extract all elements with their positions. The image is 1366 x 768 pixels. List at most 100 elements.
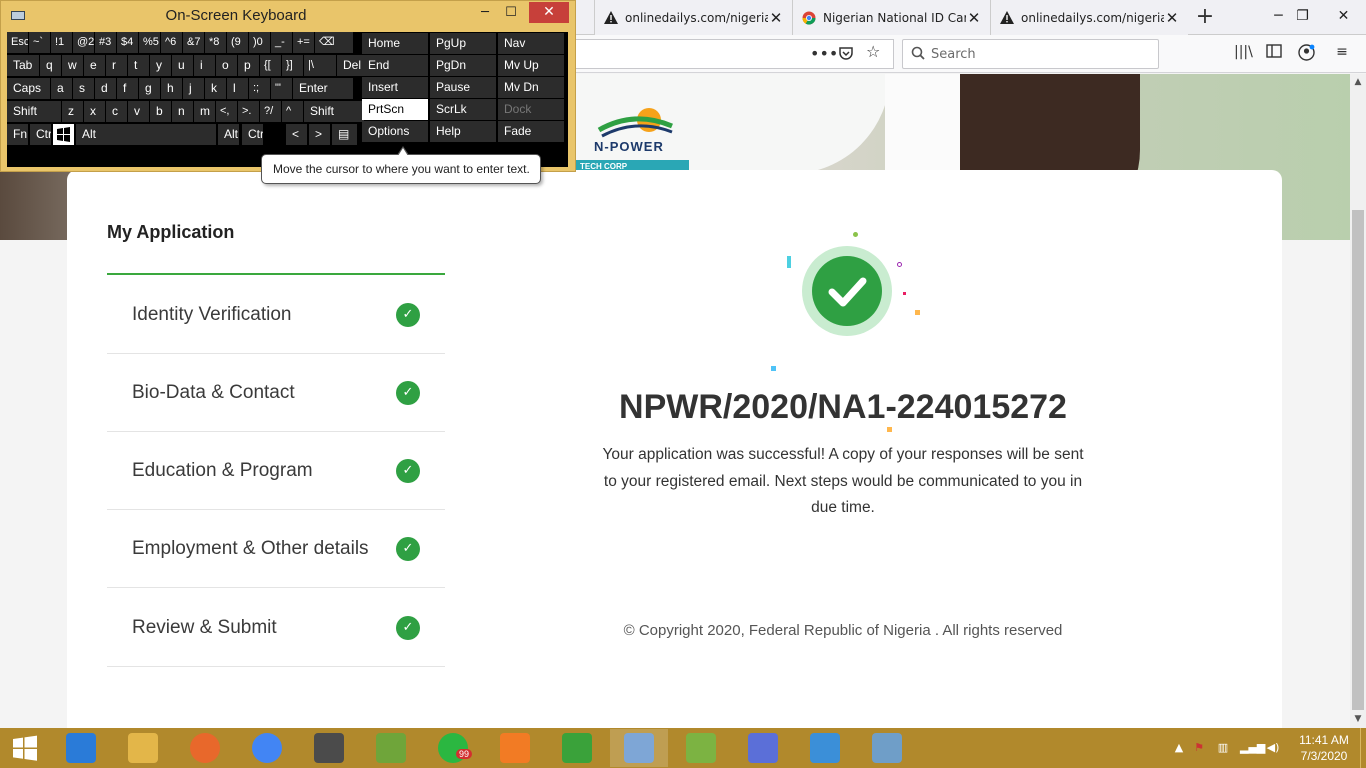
key-options[interactable]: Options <box>362 121 428 142</box>
key-0[interactable]: )0 <box>249 32 270 53</box>
tray-expand-icon[interactable]: ▲ <box>1172 741 1186 755</box>
key-prtscn[interactable]: PrtScn <box>362 99 428 120</box>
close-tab-icon[interactable]: ✕ <box>966 9 982 27</box>
key-[interactable]: ~` <box>29 32 50 53</box>
key-[interactable]: > <box>309 124 330 145</box>
key-u[interactable]: u <box>172 55 193 76</box>
key-c[interactable]: c <box>106 101 127 122</box>
menu-icon[interactable]: ≡ <box>1333 44 1351 62</box>
key-w[interactable]: w <box>62 55 83 76</box>
key-end[interactable]: End <box>362 55 428 76</box>
close-tab-icon[interactable]: ✕ <box>768 9 784 27</box>
key-i[interactable]: i <box>194 55 215 76</box>
sidebar-icon[interactable] <box>1265 44 1283 62</box>
taskbar-app-button[interactable] <box>672 729 730 767</box>
key-1[interactable]: !1 <box>51 32 72 53</box>
windows-key-icon[interactable] <box>53 124 74 145</box>
tab-national-id[interactable]: Nigerian National ID Card ✕ <box>792 0 990 35</box>
key-[interactable]: }] <box>282 55 303 76</box>
taskbar-app-button[interactable] <box>734 729 792 767</box>
key-alt[interactable]: Alt <box>76 124 216 145</box>
key-h[interactable]: h <box>161 78 182 99</box>
key-alt[interactable]: Alt <box>218 124 239 145</box>
close-window-button[interactable]: ✕ <box>1321 0 1366 34</box>
key-[interactable]: ^ <box>282 101 303 122</box>
taskbar-app-button[interactable] <box>300 729 358 767</box>
tab-onlinedailys-1[interactable]: onlinedailys.com/nigerian ✕ <box>594 0 792 35</box>
osk-maximize-button[interactable]: ☐ <box>497 3 525 25</box>
taskbar-app-button[interactable] <box>362 729 420 767</box>
key-d[interactable]: d <box>95 78 116 99</box>
key-shift[interactable]: Shift <box>304 101 364 122</box>
key-mvup[interactable]: Mv Up <box>498 55 564 76</box>
account-icon[interactable] <box>1297 44 1315 62</box>
volume-icon[interactable]: ◀) <box>1266 741 1280 755</box>
key-t[interactable]: t <box>128 55 149 76</box>
key-[interactable]: {[ <box>260 55 281 76</box>
taskbar-app-button[interactable] <box>548 729 606 767</box>
key-[interactable]: += <box>293 32 314 53</box>
key-tab[interactable]: Tab <box>7 55 39 76</box>
step-employment[interactable]: Employment & Other details ✓ <box>107 510 445 588</box>
key-6[interactable]: ^6 <box>161 32 182 53</box>
key-insert[interactable]: Insert <box>362 77 428 98</box>
start-button[interactable] <box>0 729 50 767</box>
key-[interactable]: :; <box>249 78 270 99</box>
network-adapter-icon[interactable]: ▥ <box>1216 741 1230 755</box>
taskbar-app-button[interactable] <box>176 729 234 767</box>
key-7[interactable]: &7 <box>183 32 204 53</box>
key-mvdn[interactable]: Mv Dn <box>498 77 564 98</box>
step-identity-verification[interactable]: Identity Verification ✓ <box>107 276 445 354</box>
key-r[interactable]: r <box>106 55 127 76</box>
key-help[interactable]: Help <box>430 121 496 142</box>
key-del[interactable]: Del <box>337 55 365 76</box>
key-l[interactable]: l <box>227 78 248 99</box>
taskbar-app-button[interactable] <box>52 729 110 767</box>
key-[interactable]: ⌫ <box>315 32 353 53</box>
flag-icon[interactable]: ⚑ <box>1192 741 1206 755</box>
key-caps[interactable]: Caps <box>7 78 50 99</box>
key-fade[interactable]: Fade <box>498 121 564 142</box>
key-pgup[interactable]: PgUp <box>430 33 496 54</box>
scroll-up-icon[interactable]: ▲ <box>1350 74 1366 90</box>
taskbar-app-button[interactable] <box>796 729 854 767</box>
key-a[interactable]: a <box>51 78 72 99</box>
scrollbar[interactable]: ▲ ▼ <box>1350 74 1366 728</box>
key-n[interactable]: n <box>172 101 193 122</box>
key-m[interactable]: m <box>194 101 215 122</box>
signal-icon[interactable]: ▂▄▆ <box>1240 741 1265 755</box>
url-bar[interactable]: ••• ☆ <box>576 39 894 69</box>
osk-minimize-button[interactable]: ─ <box>471 3 499 25</box>
scroll-down-icon[interactable]: ▼ <box>1350 711 1366 727</box>
key-[interactable]: |\ <box>304 55 336 76</box>
key-nav[interactable]: Nav <box>498 33 564 54</box>
key-[interactable]: "' <box>271 78 292 99</box>
key-ctrl[interactable]: Ctrl <box>30 124 51 145</box>
step-education[interactable]: Education & Program ✓ <box>107 432 445 510</box>
key-[interactable]: _- <box>271 32 292 53</box>
key-enter[interactable]: Enter <box>293 78 353 99</box>
key-ctrl[interactable]: Ctrl <box>242 124 263 145</box>
key-[interactable]: ?/ <box>260 101 281 122</box>
show-desktop-button[interactable] <box>1360 728 1366 768</box>
key-4[interactable]: $4 <box>117 32 138 53</box>
clock[interactable]: 11:41 AM 7/3/2020 <box>1294 732 1354 764</box>
key-3[interactable]: #3 <box>95 32 116 53</box>
key-s[interactable]: s <box>73 78 94 99</box>
key-[interactable]: ▤ <box>332 124 357 145</box>
tab-onlinedailys-2[interactable]: onlinedailys.com/nigerian ✕ <box>990 0 1188 35</box>
library-icon[interactable]: |||\ <box>1234 44 1253 62</box>
taskbar-app-button[interactable] <box>486 729 544 767</box>
search-box[interactable]: Search <box>902 39 1159 69</box>
key-q[interactable]: q <box>40 55 61 76</box>
key-fn[interactable]: Fn <box>7 124 28 145</box>
key-8[interactable]: *8 <box>205 32 226 53</box>
key-k[interactable]: k <box>205 78 226 99</box>
key-z[interactable]: z <box>62 101 83 122</box>
key-shift[interactable]: Shift <box>7 101 61 122</box>
key-5[interactable]: %5 <box>139 32 160 53</box>
key-home[interactable]: Home <box>362 33 428 54</box>
new-tab-button[interactable]: + <box>1192 4 1218 30</box>
key-pgdn[interactable]: PgDn <box>430 55 496 76</box>
taskbar-app-button[interactable] <box>238 729 296 767</box>
